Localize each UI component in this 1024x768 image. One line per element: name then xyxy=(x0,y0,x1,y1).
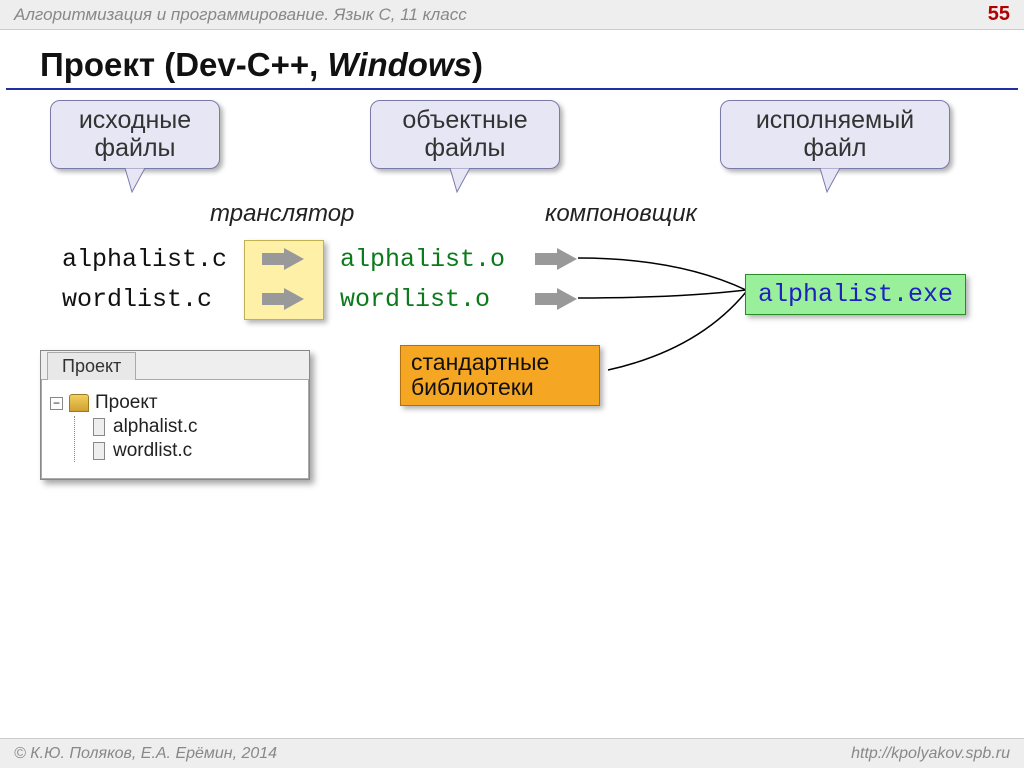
arrow-icon xyxy=(262,248,304,270)
arrow-icon xyxy=(535,288,577,310)
file-icon xyxy=(93,418,105,436)
file-obj1: alphalist.o xyxy=(340,245,505,274)
callout-source-files: исходные файлы xyxy=(50,100,220,169)
tree-collapse-icon[interactable]: − xyxy=(50,397,63,410)
file-icon xyxy=(93,442,105,460)
stdlib-box: стандартные библиотеки xyxy=(400,345,600,406)
footer-url: http://kpolyakov.spb.ru xyxy=(851,745,1010,763)
file-src1: alphalist.c xyxy=(62,245,227,274)
label-linker: компоновщик xyxy=(545,200,697,228)
project-tab[interactable]: Проект xyxy=(47,352,136,380)
file-exe: alphalist.exe xyxy=(745,274,966,315)
tree-file[interactable]: alphalist.c xyxy=(93,416,300,438)
file-src2: wordlist.c xyxy=(62,285,212,314)
tree-root[interactable]: − Проект xyxy=(50,392,300,414)
footer-copyright: © К.Ю. Поляков, Е.А. Ерёмин, 2014 xyxy=(14,745,277,763)
slide-title: Проект (Dev-C++, Windows) xyxy=(6,30,1018,90)
callout-exe-file: исполняемый файл xyxy=(720,100,950,169)
arrow-icon xyxy=(262,288,304,310)
diagram-area: исходные файлы объектные файлы исполняем… xyxy=(0,90,1024,690)
arrow-icon xyxy=(535,248,577,270)
callout-object-files: объектные файлы xyxy=(370,100,560,169)
course-title: Алгоритмизация и программирование. Язык … xyxy=(14,5,467,25)
folder-icon xyxy=(69,394,89,412)
file-obj2: wordlist.o xyxy=(340,285,490,314)
page-number: 55 xyxy=(988,3,1010,26)
label-translator: транслятор xyxy=(210,200,354,228)
tree-file[interactable]: wordlist.c xyxy=(93,440,300,462)
project-panel: Проект − Проект alphalist.c wordlist.c xyxy=(40,350,310,480)
